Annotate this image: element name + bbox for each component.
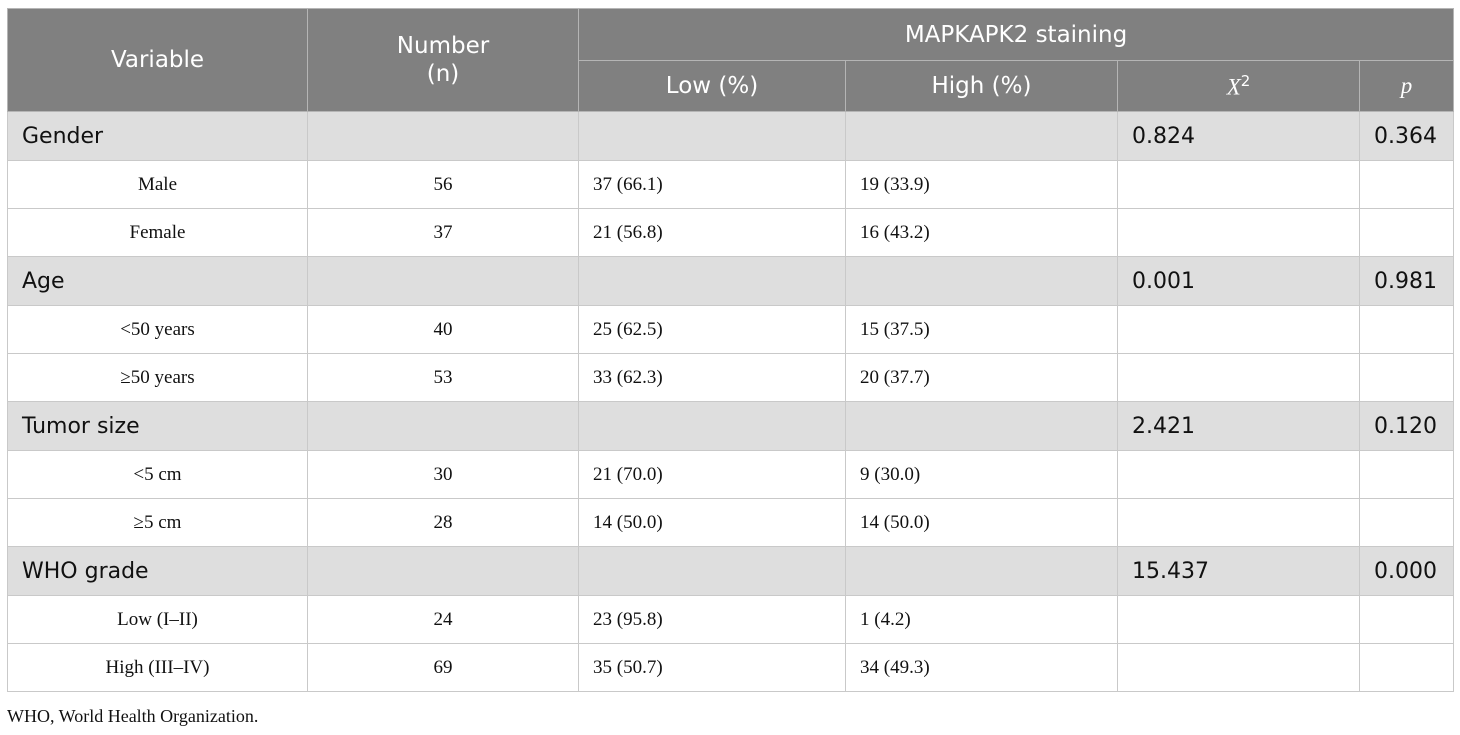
category-cell: Low (I–II) — [7, 595, 308, 644]
number-cell: 24 — [307, 595, 579, 644]
header-chi2-sup: 2 — [1240, 71, 1251, 90]
header-number-line2: (n) — [426, 61, 460, 87]
header-high: High (%) — [845, 60, 1118, 112]
section-p: 0.000 — [1358, 546, 1455, 596]
header-variable: Variable — [7, 8, 308, 112]
table-row: Female 37 21 (56.8) 16 (43.2) — [7, 208, 1455, 257]
empty-cell — [578, 546, 846, 596]
category-cell: Male — [7, 160, 308, 209]
section-p: 0.120 — [1358, 401, 1455, 451]
header-p-label: p — [1400, 73, 1413, 98]
section-label: Gender — [7, 111, 308, 161]
table-row: <50 years 40 25 (62.5) 15 (37.5) — [7, 305, 1455, 354]
number-cell: 28 — [307, 498, 579, 547]
header-p: p — [1358, 60, 1455, 112]
empty-cell — [307, 111, 579, 161]
section-row-age: Age 0.001 0.981 — [7, 256, 1455, 306]
table-row: High (III–IV) 69 35 (50.7) 34 (49.3) — [7, 643, 1455, 692]
empty-cell — [845, 111, 1118, 161]
category-cell: ≥5 cm — [7, 498, 308, 547]
empty-cell — [1358, 305, 1455, 354]
empty-cell — [307, 546, 579, 596]
empty-cell — [578, 111, 846, 161]
section-label: Age — [7, 256, 308, 306]
empty-cell — [578, 256, 846, 306]
empty-cell — [307, 256, 579, 306]
empty-cell — [1358, 643, 1455, 692]
section-chi2: 15.437 — [1117, 546, 1360, 596]
number-cell: 40 — [307, 305, 579, 354]
empty-cell — [845, 256, 1118, 306]
section-chi2: 0.001 — [1117, 256, 1360, 306]
empty-cell — [1117, 643, 1360, 692]
section-label: WHO grade — [7, 546, 308, 596]
header-low: Low (%) — [578, 60, 846, 112]
section-row-who-grade: WHO grade 15.437 0.000 — [7, 546, 1455, 596]
low-cell: 35 (50.7) — [578, 643, 846, 692]
high-cell: 20 (37.7) — [845, 353, 1118, 402]
table-footnote: WHO, World Health Organization. — [7, 706, 259, 726]
empty-cell — [1117, 353, 1360, 402]
empty-cell — [1358, 498, 1455, 547]
category-cell: <5 cm — [7, 450, 308, 499]
category-cell: ≥50 years — [7, 353, 308, 402]
header-number-line1: Number — [396, 33, 490, 59]
number-cell: 69 — [307, 643, 579, 692]
section-row-gender: Gender 0.824 0.364 — [7, 111, 1455, 161]
high-cell: 1 (4.2) — [845, 595, 1118, 644]
empty-cell — [307, 401, 579, 451]
empty-cell — [1117, 305, 1360, 354]
header-chi2-base: X — [1226, 74, 1241, 100]
empty-cell — [1358, 450, 1455, 499]
section-row-tumor-size: Tumor size 2.421 0.120 — [7, 401, 1455, 451]
empty-cell — [845, 546, 1118, 596]
empty-cell — [1117, 595, 1360, 644]
number-cell: 37 — [307, 208, 579, 257]
high-cell: 14 (50.0) — [845, 498, 1118, 547]
table-row: Low (I–II) 24 23 (95.8) 1 (4.2) — [7, 595, 1455, 644]
number-cell: 30 — [307, 450, 579, 499]
data-table: Variable Number (n) MAPKAPK2 staining Lo… — [7, 8, 1455, 692]
low-cell: 23 (95.8) — [578, 595, 846, 644]
low-cell: 37 (66.1) — [578, 160, 846, 209]
low-cell: 21 (56.8) — [578, 208, 846, 257]
number-cell: 56 — [307, 160, 579, 209]
low-cell: 33 (62.3) — [578, 353, 846, 402]
category-cell: High (III–IV) — [7, 643, 308, 692]
category-cell: <50 years — [7, 305, 308, 354]
high-cell: 34 (49.3) — [845, 643, 1118, 692]
table-row: Male 56 37 (66.1) 19 (33.9) — [7, 160, 1455, 209]
header-group: MAPKAPK2 staining — [577, 8, 1455, 61]
low-cell: 25 (62.5) — [578, 305, 846, 354]
high-cell: 9 (30.0) — [845, 450, 1118, 499]
empty-cell — [1117, 160, 1360, 209]
low-cell: 21 (70.0) — [578, 450, 846, 499]
high-cell: 19 (33.9) — [845, 160, 1118, 209]
header-chi2: X2 — [1117, 60, 1360, 112]
section-p: 0.981 — [1358, 256, 1455, 306]
low-cell: 14 (50.0) — [578, 498, 846, 547]
header-row-1: Variable Number (n) MAPKAPK2 staining — [7, 8, 1455, 112]
empty-cell — [1358, 595, 1455, 644]
header-number: Number (n) — [307, 8, 579, 112]
section-chi2: 2.421 — [1117, 401, 1360, 451]
table-row: ≥50 years 53 33 (62.3) 20 (37.7) — [7, 353, 1455, 402]
section-p: 0.364 — [1358, 111, 1455, 161]
empty-cell — [1117, 208, 1360, 257]
category-cell: Female — [7, 208, 308, 257]
high-cell: 15 (37.5) — [845, 305, 1118, 354]
empty-cell — [845, 401, 1118, 451]
empty-cell — [1358, 208, 1455, 257]
empty-cell — [578, 401, 846, 451]
number-cell: 53 — [307, 353, 579, 402]
empty-cell — [1358, 353, 1455, 402]
section-chi2: 0.824 — [1117, 111, 1360, 161]
empty-cell — [1358, 160, 1455, 209]
high-cell: 16 (43.2) — [845, 208, 1118, 257]
table-row: <5 cm 30 21 (70.0) 9 (30.0) — [7, 450, 1455, 499]
empty-cell — [1117, 450, 1360, 499]
empty-cell — [1117, 498, 1360, 547]
table-row: ≥5 cm 28 14 (50.0) 14 (50.0) — [7, 498, 1455, 547]
section-label: Tumor size — [7, 401, 308, 451]
